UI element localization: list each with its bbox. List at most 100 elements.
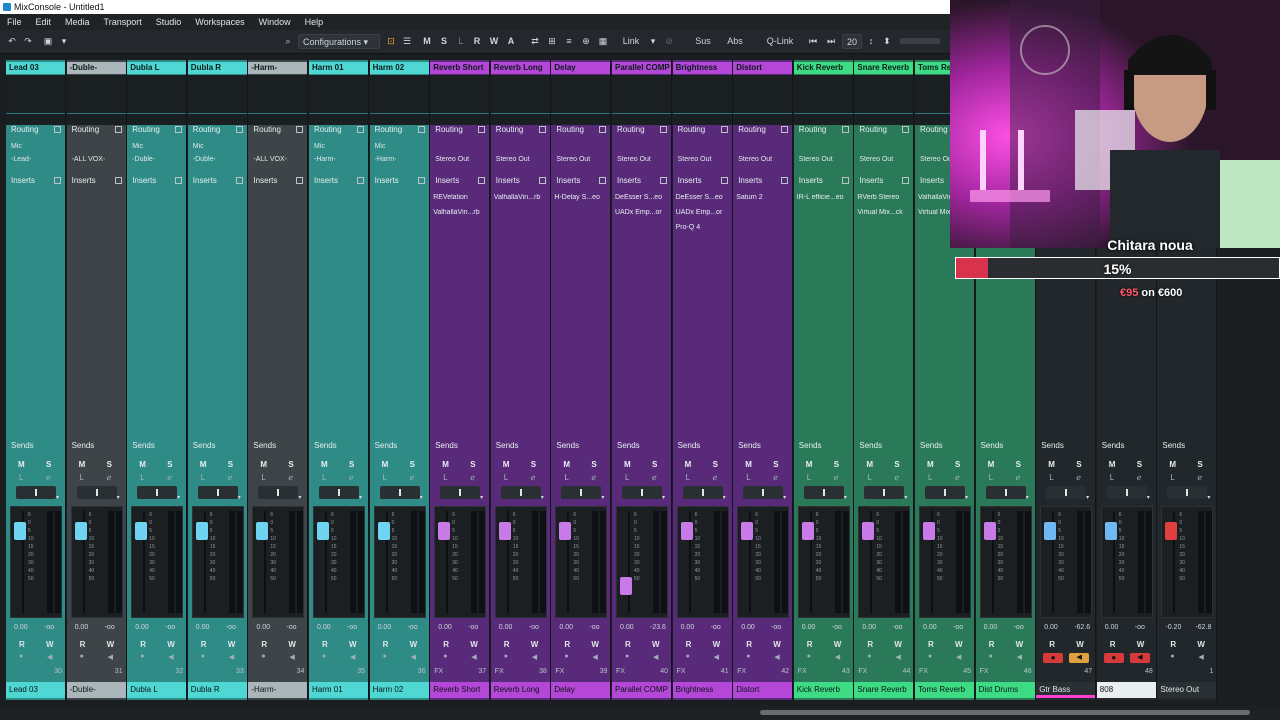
routing-toggle-icon[interactable] bbox=[599, 126, 607, 133]
write-automation-button[interactable]: W bbox=[894, 640, 902, 649]
solo-button[interactable]: S bbox=[46, 460, 51, 469]
volume-value[interactable]: 0.00 bbox=[620, 624, 634, 631]
pan-control[interactable] bbox=[622, 486, 662, 499]
insert-slot[interactable]: ValhallaVin...rb bbox=[433, 209, 487, 216]
listen-all-button[interactable]: L bbox=[455, 34, 467, 49]
camera-icon[interactable]: ▣ bbox=[40, 34, 56, 49]
routing-output[interactable]: -Duble- bbox=[132, 156, 155, 163]
volume-fader[interactable]: 6 0 5 10 15 20 30 40 50 bbox=[979, 506, 1032, 618]
monitor-icon[interactable]: ◀ bbox=[168, 653, 173, 661]
mute-button[interactable]: M bbox=[442, 460, 449, 469]
routing-output[interactable]: Stereo Out bbox=[556, 156, 590, 163]
absolute-button[interactable]: Abs bbox=[722, 34, 748, 49]
sends-dropdown-icon[interactable]: ▾ bbox=[723, 494, 726, 501]
mute-button[interactable]: M bbox=[260, 460, 267, 469]
routing-output[interactable]: -ALL VOX- bbox=[253, 156, 287, 163]
inserts-header[interactable]: Inserts bbox=[312, 175, 366, 186]
pan-value[interactable]: -oo bbox=[408, 624, 418, 631]
monitor-icon[interactable]: ◀ bbox=[1069, 653, 1090, 663]
pan-control[interactable] bbox=[319, 486, 359, 499]
listen-button[interactable]: L bbox=[1049, 473, 1053, 482]
fader-cap[interactable] bbox=[256, 522, 269, 540]
routing-header[interactable]: Routing bbox=[433, 124, 487, 135]
routing-toggle-icon[interactable] bbox=[114, 126, 122, 133]
channel-name-bottom[interactable]: -Duble- bbox=[66, 682, 126, 698]
routing-input[interactable]: Mic bbox=[132, 143, 143, 150]
listen-button[interactable]: L bbox=[867, 473, 871, 482]
record-enable-icon[interactable]: ● bbox=[19, 653, 23, 660]
inserts-toggle-icon[interactable] bbox=[235, 177, 243, 184]
read-automation-button[interactable]: R bbox=[1110, 640, 1116, 649]
pan-value[interactable]: -oo bbox=[347, 624, 357, 631]
routing-header[interactable]: Routing bbox=[676, 124, 730, 135]
listen-button[interactable]: L bbox=[140, 473, 144, 482]
record-enable-icon[interactable]: ● bbox=[261, 653, 265, 660]
insert-slot[interactable]: UADx Emp...or bbox=[615, 209, 669, 216]
routing-input[interactable]: Mic bbox=[375, 143, 386, 150]
volume-fader[interactable]: 6 0 5 10 15 20 30 40 50 bbox=[676, 506, 729, 618]
record-monitor-row[interactable]: ● ◀ bbox=[1039, 652, 1093, 664]
volume-fader[interactable]: 6 0 5 10 15 20 30 40 50 bbox=[494, 506, 547, 618]
pan-value[interactable]: -oo bbox=[771, 624, 781, 631]
sends-dropdown-icon[interactable]: ▾ bbox=[56, 494, 59, 501]
record-enable-icon[interactable]: ● bbox=[383, 653, 387, 660]
inserts-toggle-icon[interactable] bbox=[781, 177, 789, 184]
listen-button[interactable]: L bbox=[746, 473, 750, 482]
pan-value[interactable]: -oo bbox=[286, 624, 296, 631]
listen-button[interactable]: L bbox=[19, 473, 23, 482]
stepper-icon[interactable]: ⬍ bbox=[880, 34, 894, 49]
solo-button[interactable]: S bbox=[349, 460, 354, 469]
mute-button[interactable]: M bbox=[1109, 460, 1116, 469]
channel-name-top[interactable]: Reverb Short bbox=[430, 62, 490, 74]
pan-control[interactable] bbox=[864, 486, 905, 499]
height-icon[interactable]: ↕ bbox=[866, 34, 876, 49]
volume-fader[interactable]: 6 0 5 10 15 20 30 40 50 bbox=[313, 506, 365, 618]
read-all-button[interactable]: R bbox=[471, 34, 483, 49]
record-monitor-row[interactable]: ● ◀ bbox=[1100, 652, 1154, 664]
listen-button[interactable]: L bbox=[928, 473, 932, 482]
volume-value[interactable]: 0.00 bbox=[317, 624, 331, 631]
volume-value[interactable]: 0.00 bbox=[862, 624, 876, 631]
record-enable-icon[interactable]: ● bbox=[564, 653, 568, 660]
routing-toggle-icon[interactable] bbox=[357, 126, 364, 133]
sends-header[interactable]: Sends bbox=[70, 440, 124, 452]
search-icon[interactable]: ⌕ bbox=[282, 34, 294, 49]
channel-name-bottom[interactable]: Harm 02 bbox=[369, 682, 429, 698]
read-automation-button[interactable]: R bbox=[989, 640, 995, 649]
record-enable-icon[interactable]: ● bbox=[80, 653, 84, 660]
pan-control[interactable] bbox=[682, 486, 723, 499]
solo-button[interactable]: S bbox=[410, 460, 415, 469]
record-enable-icon[interactable]: ● bbox=[867, 653, 871, 660]
routing-header[interactable]: Routing bbox=[494, 124, 548, 135]
pan-value[interactable]: -oo bbox=[711, 624, 721, 631]
channel-name-top[interactable]: Delay bbox=[551, 62, 611, 74]
inserts-header[interactable]: Inserts bbox=[70, 175, 124, 186]
monitor-icon[interactable]: ◀ bbox=[895, 653, 900, 661]
pan-value[interactable]: -23.6 bbox=[650, 624, 666, 631]
monitor-icon[interactable]: ◀ bbox=[714, 653, 719, 661]
record-enable-icon[interactable]: ● bbox=[322, 653, 326, 660]
routing-header[interactable]: Routing bbox=[554, 124, 608, 135]
mute-button[interactable]: M bbox=[503, 460, 510, 469]
monitor-icon[interactable]: ◀ bbox=[532, 653, 537, 661]
fader-cap[interactable] bbox=[135, 522, 148, 540]
edit-icon[interactable]: ℯ bbox=[773, 473, 778, 482]
write-automation-button[interactable]: W bbox=[834, 640, 842, 649]
record-monitor-row[interactable]: ● ◀ bbox=[251, 652, 305, 664]
listen-button[interactable]: L bbox=[80, 473, 84, 482]
write-automation-button[interactable]: W bbox=[410, 640, 418, 649]
listen-button[interactable]: L bbox=[686, 473, 690, 482]
record-monitor-row[interactable]: ● ◀ bbox=[494, 652, 548, 664]
record-enable-icon[interactable]: ● bbox=[1043, 653, 1064, 663]
redo-icon[interactable]: ↷ bbox=[22, 34, 34, 49]
mute-button[interactable]: M bbox=[685, 460, 692, 469]
record-enable-icon[interactable]: ● bbox=[746, 653, 750, 660]
routing-toggle-icon[interactable] bbox=[54, 126, 61, 133]
channel-name-bottom[interactable]: Reverb Short bbox=[430, 682, 490, 698]
fader-cap[interactable] bbox=[741, 522, 754, 540]
read-automation-button[interactable]: R bbox=[1170, 640, 1176, 649]
listen-button[interactable]: L bbox=[989, 473, 993, 482]
edit-icon[interactable]: ℯ bbox=[713, 473, 718, 482]
volume-value[interactable]: 0.00 bbox=[802, 624, 816, 631]
pan-value[interactable]: -oo bbox=[105, 624, 115, 631]
